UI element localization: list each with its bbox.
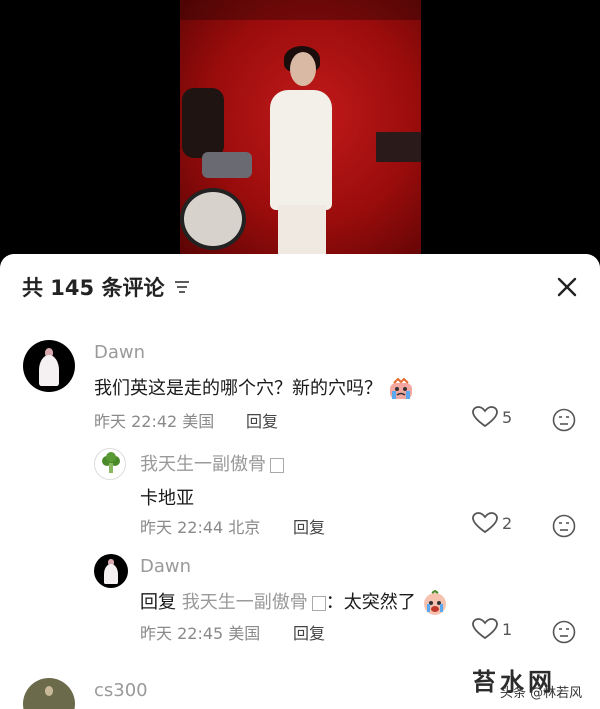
like-button[interactable]: 1 (472, 618, 512, 640)
comments-header: 共 145 条评论 (0, 254, 600, 320)
comments-sheet: 共 145 条评论 Dawn 我们英这是走的哪个穴？新的穴吗？ 昨天 22:42… (0, 254, 600, 709)
comment-meta: 昨天 22:44 北京 (140, 518, 261, 537)
watermark: 苔水网 头条 @林若风 (460, 660, 600, 709)
reply-target-username[interactable]: 我天生一副傲骨 (182, 592, 326, 613)
like-button[interactable]: 5 (472, 406, 512, 428)
singer-figure (270, 90, 332, 210)
badge-icon (311, 595, 326, 611)
reply-button[interactable]: 回复 (293, 620, 325, 644)
heart-icon (472, 512, 498, 534)
comment-text: 回复 我天生一副傲骨 ：太突然了 (140, 588, 449, 616)
broccoli-avatar-icon (102, 452, 120, 473)
crying-emoji-icon (389, 377, 412, 399)
close-icon[interactable] (556, 276, 578, 298)
dislike-icon[interactable] (552, 514, 576, 538)
drum-kit (202, 152, 252, 178)
stage-shadow (180, 0, 421, 20)
avatar-figure (38, 354, 60, 386)
watermark-caption: 头条 @林若风 (500, 686, 583, 701)
singer-head (290, 52, 316, 86)
comment-text: 卡地亚 (140, 488, 194, 509)
keyboard-figure (376, 132, 421, 162)
reply-button[interactable]: 回复 (246, 408, 278, 432)
comment-username[interactable]: cs300 (94, 680, 148, 701)
comment-meta: 昨天 22:45 美国 (140, 624, 261, 643)
crying-emoji-icon (424, 590, 447, 615)
comment-text: 我们英这是走的哪个穴？新的穴吗？ (94, 374, 414, 401)
like-count: 1 (502, 619, 513, 639)
heart-icon (472, 406, 498, 428)
avatar[interactable] (23, 678, 75, 709)
comment-meta: 昨天 22:42 美国 (94, 412, 215, 431)
avatar[interactable] (23, 340, 75, 392)
like-count: 2 (502, 513, 513, 533)
like-count: 5 (502, 407, 513, 427)
comment-username[interactable]: 我天生一副傲骨 (140, 450, 284, 476)
avatar[interactable] (94, 448, 126, 480)
dislike-icon[interactable] (552, 620, 576, 644)
like-button[interactable]: 2 (472, 512, 512, 534)
comment-username[interactable]: Dawn (94, 342, 145, 363)
reply-item: 我天生一副傲骨 卡地亚 昨天 22:44 北京 回复 2 (0, 444, 600, 544)
avatar-head (44, 686, 54, 696)
reply-item: Dawn 回复 我天生一副傲骨 ：太突然了 昨天 22:45 美国 回复 1 (0, 552, 600, 652)
avatar[interactable] (94, 554, 128, 588)
comment-username[interactable]: Dawn (140, 556, 191, 577)
dislike-icon[interactable] (552, 408, 576, 432)
video-player[interactable] (0, 0, 600, 254)
avatar-figure (104, 563, 118, 584)
sort-filter-icon[interactable] (174, 280, 190, 294)
heart-icon (472, 618, 498, 640)
comments-title: 共 145 条评论 (22, 272, 190, 302)
bass-drum (180, 188, 246, 250)
comment-item: Dawn 我们英这是走的哪个穴？新的穴吗？ 昨天 22:42 美国 回复 5 (0, 338, 600, 438)
singer-legs (278, 205, 326, 254)
drummer-figure (182, 88, 224, 158)
comment-count-label: 共 145 条评论 (22, 276, 165, 300)
badge-icon (270, 457, 284, 473)
video-frame[interactable] (180, 0, 421, 254)
reply-button[interactable]: 回复 (293, 514, 325, 538)
